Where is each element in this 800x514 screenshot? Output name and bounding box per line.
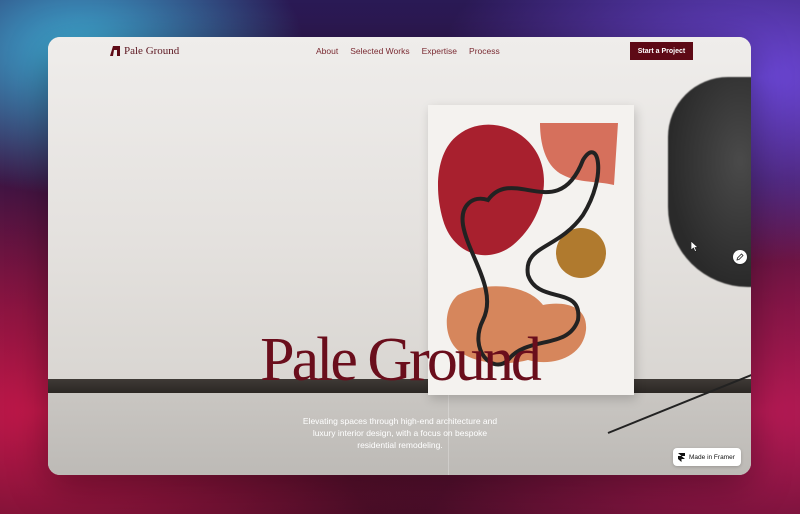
- browser-frame: Pale Ground About Selected Works Experti…: [48, 37, 751, 475]
- framer-logo-icon: [678, 452, 685, 462]
- top-navigation: Pale Ground About Selected Works Experti…: [48, 37, 751, 67]
- nav-links: About Selected Works Expertise Process: [316, 46, 500, 56]
- mouse-pointer-icon: [691, 241, 699, 252]
- nav-link-about[interactable]: About: [316, 46, 338, 56]
- made-in-framer-label: Made in Framer: [689, 453, 735, 461]
- hero-title: Pale Ground: [260, 326, 542, 394]
- made-in-framer-badge[interactable]: Made in Framer: [673, 448, 741, 466]
- nav-link-process[interactable]: Process: [469, 46, 500, 56]
- hero-subtitle: Elevating spaces through high-end archit…: [302, 416, 498, 450]
- pale-ground-logo-icon: [110, 46, 120, 56]
- nav-link-selected-works[interactable]: Selected Works: [350, 46, 409, 56]
- brand-logo[interactable]: Pale Ground: [110, 45, 179, 57]
- start-project-button[interactable]: Start a Project: [630, 42, 693, 60]
- nav-link-expertise[interactable]: Expertise: [422, 46, 457, 56]
- pencil-icon: [736, 253, 744, 261]
- brand-name: Pale Ground: [124, 45, 180, 57]
- edit-button[interactable]: [733, 250, 747, 264]
